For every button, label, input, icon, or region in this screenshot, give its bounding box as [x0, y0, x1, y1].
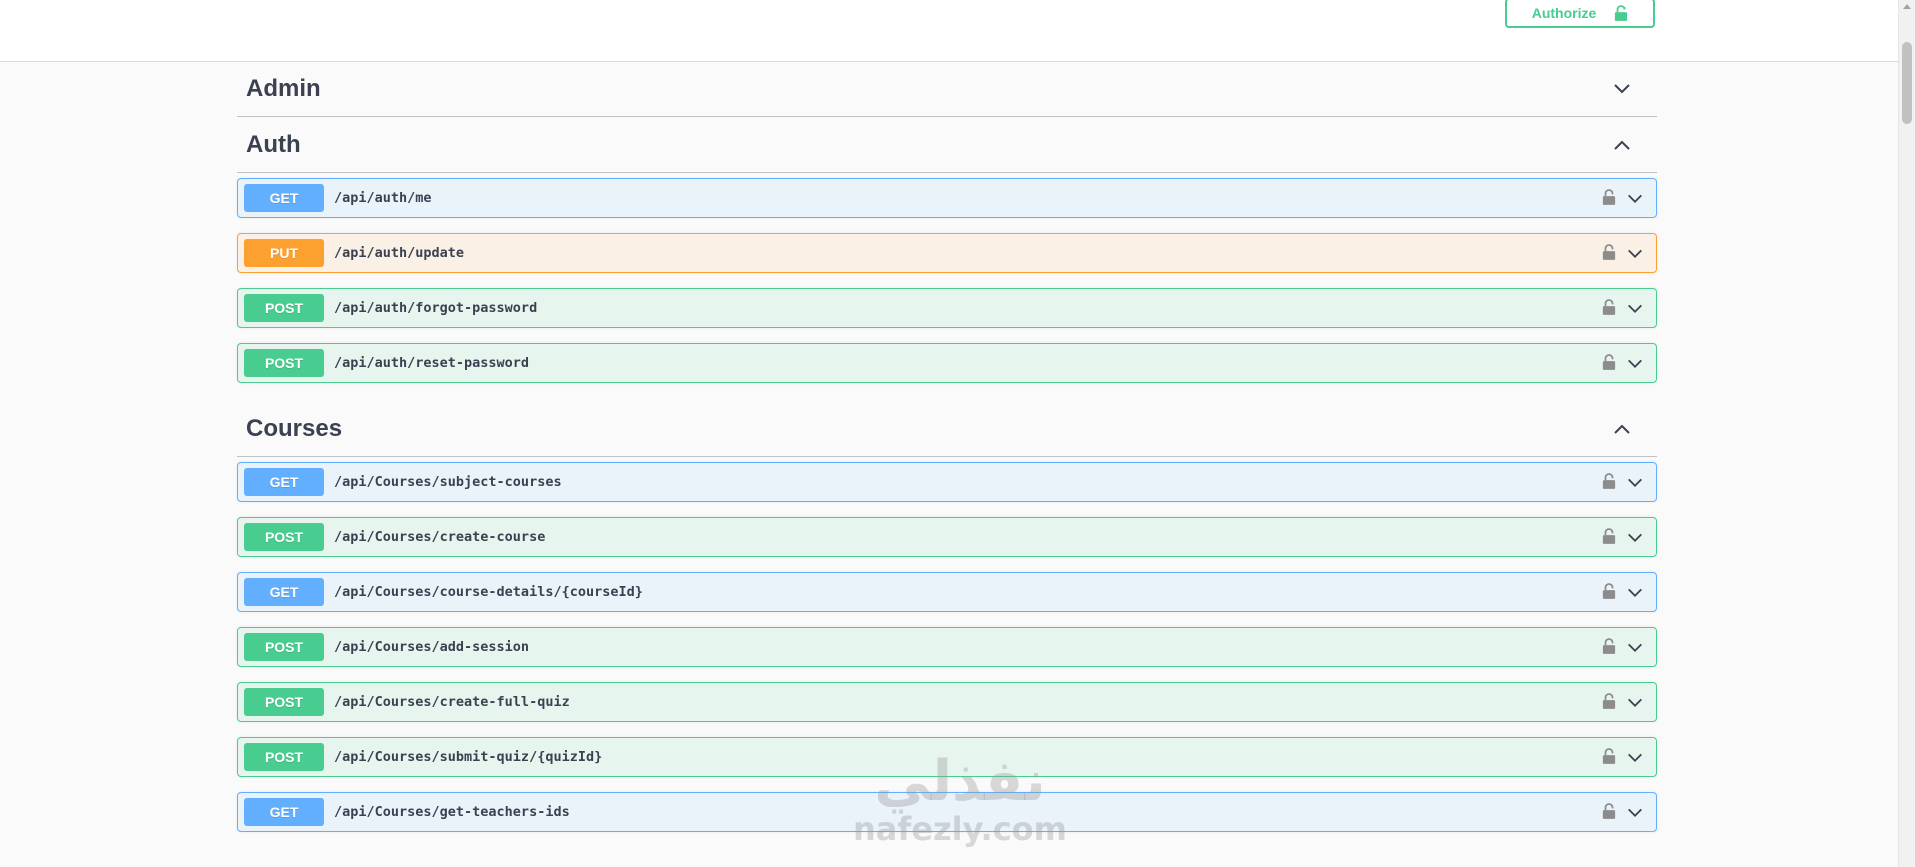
tag-auth[interactable]: Auth — [237, 117, 1657, 173]
vertical-scrollbar[interactable] — [1898, 0, 1915, 867]
api-sections: Admin Auth GET /api/auth/me PUT /api/aut… — [237, 61, 1657, 847]
operation-row[interactable]: POST /api/auth/forgot-password — [237, 288, 1657, 328]
operation-path: /api/auth/update — [334, 245, 465, 261]
chevron-down-icon[interactable] — [1626, 300, 1644, 318]
method-badge: POST — [244, 294, 324, 322]
chevron-down-icon[interactable] — [1626, 749, 1644, 767]
operation-row[interactable]: POST /api/Courses/add-session — [237, 627, 1657, 667]
method-badge: POST — [244, 688, 324, 716]
lock-icon[interactable] — [1602, 747, 1616, 765]
lock-icon[interactable] — [1602, 637, 1616, 655]
lock-icon[interactable] — [1602, 188, 1616, 206]
method-badge: GET — [244, 578, 324, 606]
operation-row[interactable]: GET /api/auth/me — [237, 178, 1657, 218]
lock-icon[interactable] — [1602, 802, 1616, 820]
auth-operations: GET /api/auth/me PUT /api/auth/update PO… — [237, 173, 1657, 383]
courses-operations: GET /api/Courses/subject-courses POST /a… — [237, 457, 1657, 832]
method-badge: GET — [244, 468, 324, 496]
method-badge: POST — [244, 523, 324, 551]
unlock-icon — [1615, 5, 1628, 21]
method-badge: GET — [244, 798, 324, 826]
chevron-down-icon — [1612, 79, 1632, 99]
chevron-down-icon[interactable] — [1626, 355, 1644, 373]
chevron-down-icon[interactable] — [1626, 694, 1644, 712]
method-badge: POST — [244, 743, 324, 771]
chevron-up-icon — [1612, 419, 1632, 439]
operation-path: /api/auth/reset-password — [334, 355, 530, 371]
operation-row[interactable]: POST /api/Courses/submit-quiz/{quizId} — [237, 737, 1657, 777]
method-badge: PUT — [244, 239, 324, 267]
operation-row[interactable]: POST /api/Courses/create-full-quiz — [237, 682, 1657, 722]
chevron-down-icon[interactable] — [1626, 584, 1644, 602]
authorize-label: Authorize — [1531, 5, 1597, 21]
tag-admin-title: Admin — [246, 74, 321, 102]
chevron-down-icon[interactable] — [1626, 245, 1644, 263]
operation-row[interactable]: GET /api/Courses/subject-courses — [237, 462, 1657, 502]
operation-path: /api/Courses/submit-quiz/{quizId} — [334, 749, 603, 765]
chevron-down-icon[interactable] — [1626, 474, 1644, 492]
tag-courses-title: Courses — [246, 414, 343, 442]
method-badge: POST — [244, 633, 324, 661]
method-badge: POST — [244, 349, 324, 377]
chevron-down-icon[interactable] — [1626, 804, 1644, 822]
tag-admin[interactable]: Admin — [237, 61, 1657, 117]
lock-icon[interactable] — [1602, 243, 1616, 261]
chevron-down-icon[interactable] — [1626, 639, 1644, 657]
chevron-down-icon[interactable] — [1626, 529, 1644, 547]
chevron-down-icon[interactable] — [1626, 190, 1644, 208]
operation-row[interactable]: GET /api/Courses/course-details/{courseI… — [237, 572, 1657, 612]
operation-row[interactable]: PUT /api/auth/update — [237, 233, 1657, 273]
operation-path: /api/Courses/course-details/{courseId} — [334, 584, 643, 600]
lock-icon[interactable] — [1602, 353, 1616, 371]
operation-path: /api/Courses/subject-courses — [334, 474, 562, 490]
method-badge: GET — [244, 184, 324, 212]
operation-path: /api/Courses/create-course — [334, 529, 546, 545]
lock-icon[interactable] — [1602, 582, 1616, 600]
operation-path: /api/Courses/get-teachers-ids — [334, 804, 570, 820]
operation-row[interactable]: POST /api/Courses/create-course — [237, 517, 1657, 557]
operation-row[interactable]: POST /api/auth/reset-password — [237, 343, 1657, 383]
operation-row[interactable]: GET /api/Courses/get-teachers-ids — [237, 792, 1657, 832]
lock-icon[interactable] — [1602, 527, 1616, 545]
operation-path: /api/auth/forgot-password — [334, 300, 538, 316]
tag-courses[interactable]: Courses — [237, 401, 1657, 457]
authorize-button[interactable]: Authorize — [1505, 0, 1655, 28]
operation-path: /api/Courses/add-session — [334, 639, 530, 655]
chevron-up-icon — [1612, 135, 1632, 155]
lock-icon[interactable] — [1602, 472, 1616, 490]
scroll-up-arrow-icon[interactable] — [1903, 4, 1911, 9]
top-bar: Authorize — [0, 0, 1898, 62]
scrollbar-thumb[interactable] — [1902, 42, 1912, 124]
tag-auth-title: Auth — [246, 130, 301, 158]
lock-icon[interactable] — [1602, 298, 1616, 316]
lock-icon[interactable] — [1602, 692, 1616, 710]
operation-path: /api/auth/me — [334, 190, 432, 206]
operation-path: /api/Courses/create-full-quiz — [334, 694, 570, 710]
